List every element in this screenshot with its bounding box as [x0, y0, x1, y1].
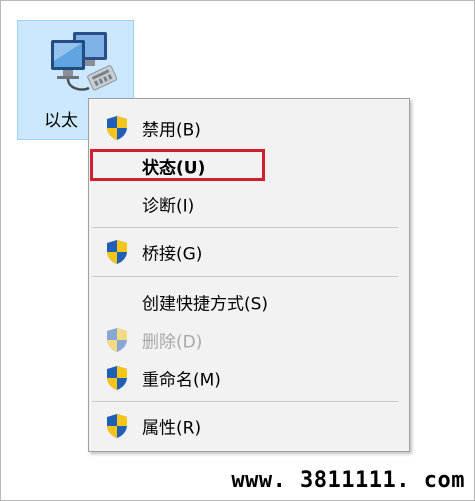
menu-separator	[92, 227, 398, 228]
menu-item-properties[interactable]: 属性(R)	[92, 410, 406, 442]
menu-item-label: 状态(U)	[142, 158, 206, 179]
menu-item-diagnose[interactable]: 诊断(I)	[92, 188, 406, 220]
uac-shield-icon	[107, 240, 127, 264]
uac-shield-icon	[107, 414, 127, 438]
menu-item-label: 诊断(I)	[142, 196, 195, 217]
menu-item-status[interactable]: 状态(U)	[90, 149, 406, 182]
uac-shield-icon	[107, 116, 127, 140]
menu-item-label: 创建快捷方式(S)	[142, 294, 269, 315]
menu-item-delete: 删除(D)	[92, 324, 406, 356]
uac-shield-icon	[107, 328, 127, 352]
context-menu: 禁用(B) 状态(U) 诊断(I) 桥接(G) 创建快捷方式(S) 删除(D)	[88, 98, 410, 452]
menu-item-rename[interactable]: 重命名(M)	[92, 362, 406, 394]
watermark: www. 3811111. com	[231, 468, 465, 493]
menu-item-label: 重命名(M)	[142, 370, 221, 391]
menu-item-label: 属性(R)	[142, 418, 202, 439]
menu-separator	[92, 276, 398, 277]
menu-item-disable[interactable]: 禁用(B)	[92, 112, 406, 144]
menu-item-bridge[interactable]: 桥接(G)	[92, 236, 406, 268]
menu-item-create-shortcut[interactable]: 创建快捷方式(S)	[92, 286, 406, 318]
menu-item-label: 删除(D)	[142, 332, 203, 353]
menu-separator	[92, 401, 398, 402]
ethernet-adapter-icon	[51, 32, 118, 91]
adapter-label: 以太	[44, 111, 78, 131]
menu-item-label: 桥接(G)	[142, 244, 203, 265]
uac-shield-icon	[107, 366, 127, 390]
menu-item-label: 禁用(B)	[142, 120, 201, 141]
